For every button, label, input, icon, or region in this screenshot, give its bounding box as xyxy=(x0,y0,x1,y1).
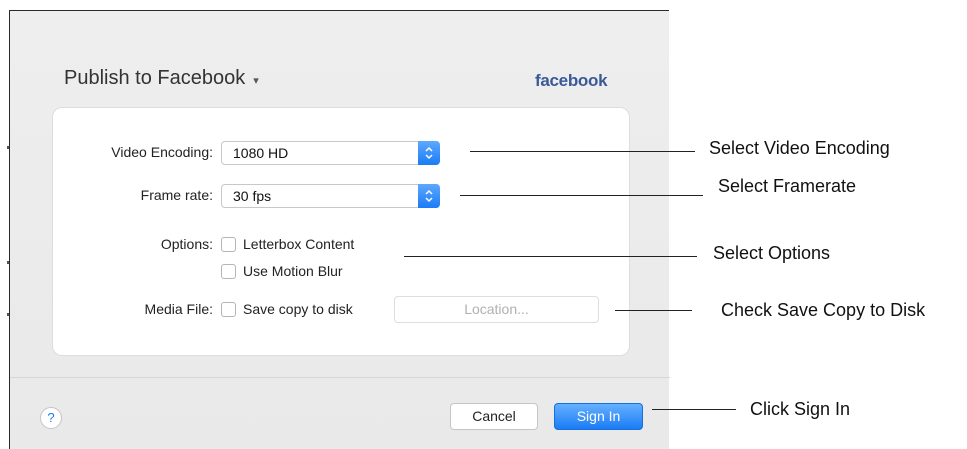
dialog-title: Publish to Facebook xyxy=(64,67,246,89)
frame-rate-select[interactable]: 30 fps xyxy=(221,184,440,208)
page-left-edge xyxy=(0,0,9,449)
video-encoding-label: Video Encoding: xyxy=(111,144,213,160)
checkbox-box[interactable] xyxy=(221,263,236,279)
callout-line-video-encoding xyxy=(470,151,695,152)
letterbox-content-checkbox[interactable]: Letterbox Content xyxy=(221,236,354,252)
callout-sign-in: Click Sign In xyxy=(750,399,851,419)
motion-blur-checkbox[interactable]: Use Motion Blur xyxy=(221,263,343,279)
callout-video-encoding: Select Video Encoding xyxy=(709,138,890,158)
publish-dialog: Publish to Facebook ▾ facebook Video Enc… xyxy=(9,10,670,449)
callout-line-options xyxy=(404,256,697,257)
footer-divider xyxy=(10,377,670,378)
video-encoding-value: 1080 HD xyxy=(233,145,289,161)
callout-line-frame-rate xyxy=(460,195,703,196)
cancel-button[interactable]: Cancel xyxy=(450,403,538,430)
motion-blur-label: Use Motion Blur xyxy=(243,263,343,279)
up-down-chevron-icon xyxy=(418,141,440,165)
sign-in-button[interactable]: Sign In xyxy=(554,403,643,430)
callout-save-copy: Check Save Copy to Disk xyxy=(721,300,926,320)
letterbox-content-label: Letterbox Content xyxy=(243,236,355,252)
up-down-chevron-icon xyxy=(418,184,440,208)
frame-rate-label: Frame rate: xyxy=(140,187,213,203)
frame-rate-value: 30 fps xyxy=(233,188,272,204)
callout-options: Select Options xyxy=(713,243,831,263)
chevron-down-icon: ▾ xyxy=(253,74,259,87)
media-file-label: Media File: xyxy=(144,301,213,317)
settings-panel: Video Encoding: 1080 HD Frame rate: 30 f… xyxy=(52,107,630,356)
callout-line-sign-in xyxy=(652,409,736,410)
callout-frame-rate: Select Framerate xyxy=(718,176,857,196)
video-encoding-select[interactable]: 1080 HD xyxy=(221,141,440,165)
save-copy-checkbox[interactable]: Save copy to disk xyxy=(221,301,353,317)
checkbox-box[interactable] xyxy=(221,301,236,317)
question-mark-icon[interactable]: ? xyxy=(40,407,62,429)
options-label: Options: xyxy=(160,236,213,252)
save-copy-label: Save copy to disk xyxy=(243,301,353,317)
location-button[interactable]: Location... xyxy=(394,296,599,323)
checkbox-box[interactable] xyxy=(221,236,236,252)
callout-line-save-copy xyxy=(615,310,692,311)
facebook-logo: facebook xyxy=(535,71,608,90)
publish-destination-dropdown[interactable]: Publish to Facebook ▾ xyxy=(64,67,259,90)
